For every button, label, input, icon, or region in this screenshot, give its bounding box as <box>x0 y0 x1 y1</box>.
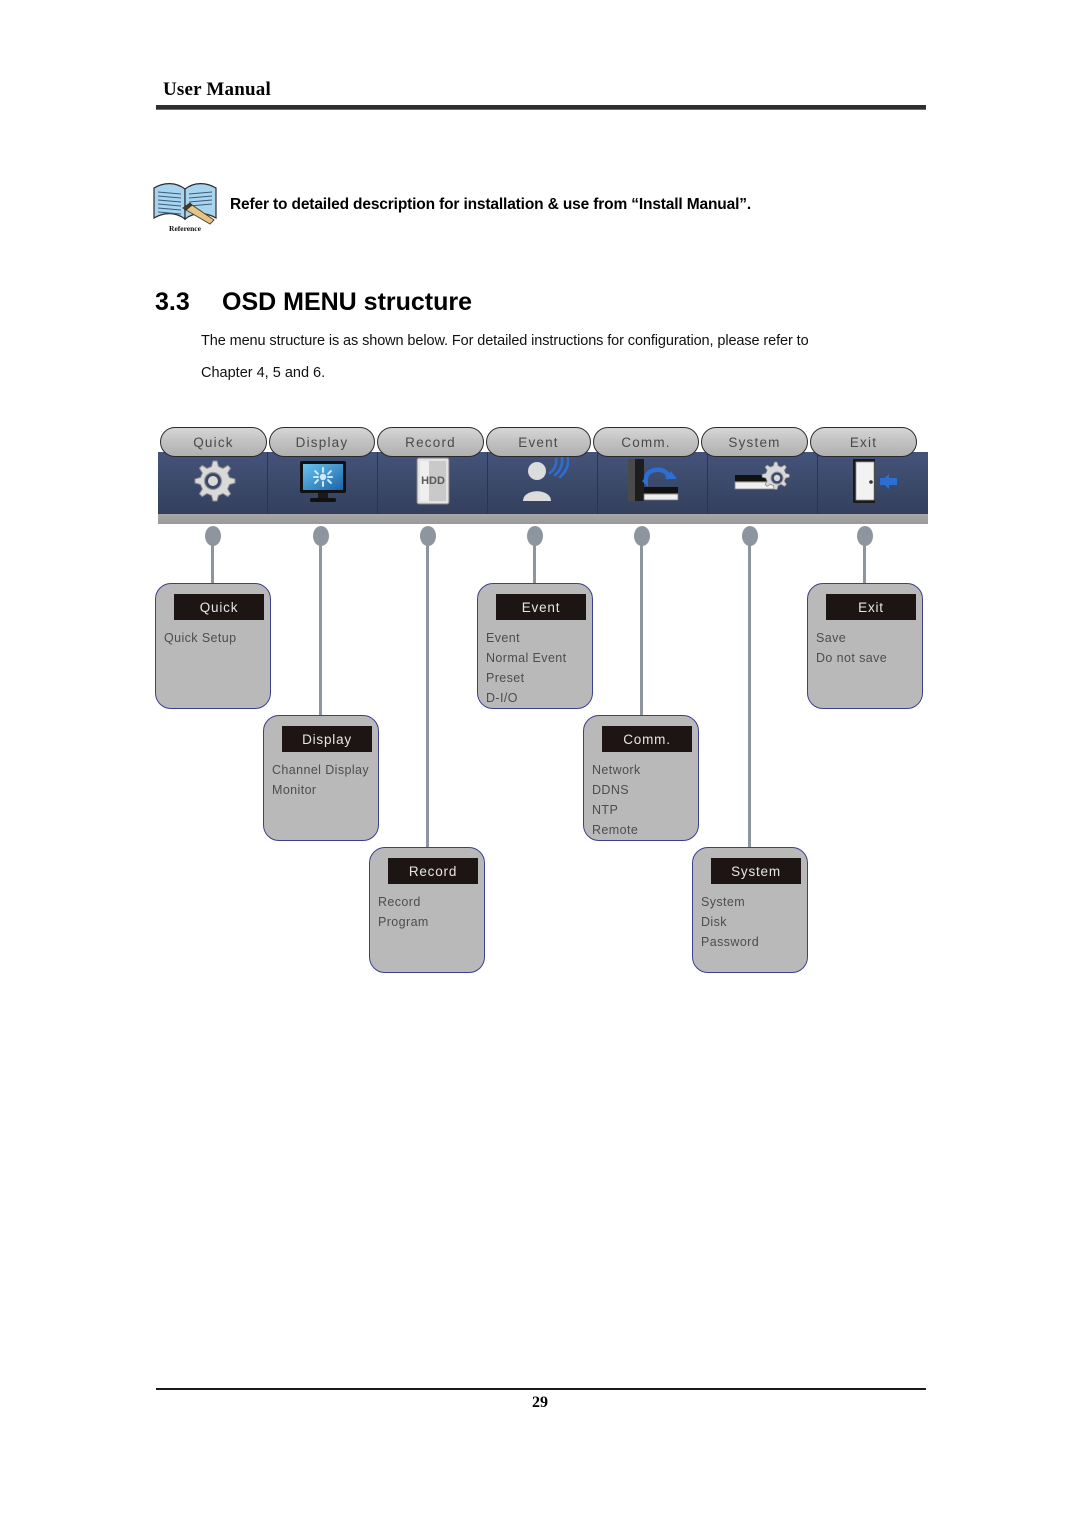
menu-cell-exit[interactable] <box>818 452 928 514</box>
submenu-box-comm[interactable]: Comm. Network DDNS NTP Remote <box>583 715 699 841</box>
submenu-item[interactable]: Quick Setup <box>164 628 266 648</box>
page-title: OSD MENU structure <box>222 288 473 316</box>
tab-display[interactable]: Display <box>269 427 375 457</box>
section-paragraph-line-2: Chapter 4, 5 and 6. <box>201 365 326 381</box>
connector-dot-event <box>527 526 543 546</box>
tab-quick-label: Quick <box>193 434 234 450</box>
device-gear-icon <box>733 459 793 508</box>
hdd-icon: HDD <box>413 456 453 511</box>
submenu-box-event[interactable]: Event Event Normal Event Preset D-I/O <box>477 583 593 709</box>
submenu-item[interactable]: Channel Display <box>272 760 374 780</box>
submenu-items-display: Channel Display Monitor <box>272 760 374 800</box>
submenu-item[interactable]: Network <box>592 760 694 780</box>
connector-line-display <box>319 534 322 718</box>
submenu-box-exit[interactable]: Exit Save Do not save <box>807 583 923 709</box>
tab-record[interactable]: Record <box>377 427 484 457</box>
submenu-item[interactable]: Record <box>378 892 480 912</box>
tab-comm[interactable]: Comm. <box>593 427 699 457</box>
reference-callout: Reference Refer to detailed description … <box>150 178 940 240</box>
exit-door-icon <box>847 457 899 510</box>
menu-cell-quick[interactable] <box>158 452 268 514</box>
menu-bar-base <box>158 514 928 524</box>
menu-cell-system[interactable] <box>708 452 818 514</box>
connector-dot-display <box>313 526 329 546</box>
menu-cell-display[interactable] <box>268 452 378 514</box>
submenu-item[interactable]: NTP <box>592 800 694 820</box>
submenu-box-quick[interactable]: Quick Quick Setup <box>155 583 271 709</box>
submenu-items-record: Record Program <box>378 892 480 932</box>
submenu-title-record: Record <box>388 858 478 884</box>
submenu-box-system[interactable]: System System Disk Password <box>692 847 808 973</box>
osd-menu-bar: HDD <box>158 452 928 524</box>
submenu-title-system-label: System <box>731 863 781 879</box>
submenu-title-record-label: Record <box>408 863 458 879</box>
submenu-items-system: System Disk Password <box>701 892 803 952</box>
submenu-box-display[interactable]: Display Channel Display Monitor <box>263 715 379 841</box>
page-number: 29 <box>532 1394 548 1411</box>
menu-cell-record[interactable]: HDD <box>378 452 488 514</box>
submenu-title-exit-label: Exit <box>858 599 884 615</box>
submenu-item[interactable]: Normal Event <box>486 648 588 668</box>
menu-cell-comm[interactable] <box>598 452 708 514</box>
page-header-title: User Manual <box>163 79 271 100</box>
submenu-item[interactable]: Remote <box>592 820 694 840</box>
submenu-title-display-label: Display <box>302 731 352 747</box>
tab-event-label: Event <box>518 434 559 450</box>
submenu-item[interactable]: DDNS <box>592 780 694 800</box>
submenu-title-system: System <box>711 858 801 884</box>
submenu-title-quick-label: Quick <box>199 599 239 615</box>
submenu-items-quick: Quick Setup <box>164 628 266 648</box>
submenu-items-exit: Save Do not save <box>816 628 918 668</box>
submenu-item[interactable]: Program <box>378 912 480 932</box>
submenu-item[interactable]: Disk <box>701 912 803 932</box>
section-paragraph-line-1: The menu structure is as shown below. Fo… <box>201 333 809 349</box>
submenu-box-record[interactable]: Record Record Program <box>369 847 485 973</box>
tab-record-label: Record <box>405 434 456 450</box>
submenu-title-event-label: Event <box>521 599 561 615</box>
gear-icon <box>190 458 236 509</box>
tab-quick[interactable]: Quick <box>160 427 267 457</box>
svg-text:HDD: HDD <box>421 475 445 487</box>
reference-icon-caption: Reference <box>169 224 201 233</box>
network-sync-icon <box>624 457 682 510</box>
submenu-title-exit: Exit <box>826 594 916 620</box>
tab-exit-label: Exit <box>849 434 878 450</box>
connector-dot-comm <box>634 526 650 546</box>
submenu-item[interactable]: Do not save <box>816 648 918 668</box>
submenu-item[interactable]: Save <box>816 628 918 648</box>
tab-comm-label: Comm. <box>621 434 671 450</box>
submenu-title-display: Display <box>282 726 372 752</box>
submenu-title-comm-label: Comm. <box>623 731 671 747</box>
connector-line-comm <box>640 534 643 718</box>
reference-text: Refer to detailed description for instal… <box>230 196 751 213</box>
submenu-item[interactable]: Preset <box>486 668 588 688</box>
submenu-items-comm: Network DDNS NTP Remote <box>592 760 694 840</box>
menu-cell-event[interactable] <box>488 452 598 514</box>
person-sensor-icon <box>517 456 570 510</box>
connector-line-system <box>748 534 751 850</box>
submenu-item[interactable]: Password <box>701 932 803 952</box>
tab-system[interactable]: System <box>701 427 808 457</box>
submenu-item[interactable]: Event <box>486 628 588 648</box>
submenu-item[interactable]: System <box>701 892 803 912</box>
tab-system-label: System <box>728 434 781 450</box>
tab-exit[interactable]: Exit <box>810 427 917 457</box>
connector-line-record <box>426 534 429 850</box>
header-divider <box>156 105 926 110</box>
submenu-title-quick: Quick <box>174 594 264 620</box>
tab-display-label: Display <box>295 434 349 450</box>
connector-dot-system <box>742 526 758 546</box>
submenu-title-event: Event <box>496 594 586 620</box>
connector-dot-record <box>420 526 436 546</box>
connector-dot-quick <box>205 526 221 546</box>
submenu-title-comm: Comm. <box>602 726 692 752</box>
connector-dot-exit <box>857 526 873 546</box>
footer-divider <box>156 1388 926 1390</box>
submenu-item[interactable]: D-I/O <box>486 688 588 708</box>
submenu-items-event: Event Normal Event Preset D-I/O <box>486 628 588 708</box>
submenu-item[interactable]: Monitor <box>272 780 374 800</box>
section-number: 3.3 <box>155 288 190 316</box>
monitor-icon <box>296 458 350 509</box>
tab-event[interactable]: Event <box>486 427 591 457</box>
